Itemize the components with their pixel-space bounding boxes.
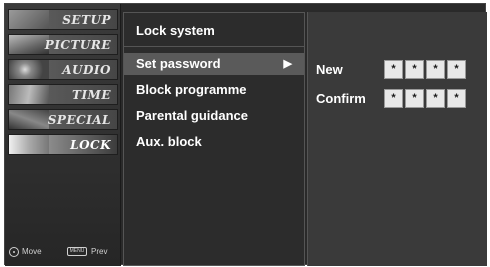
category-label: LOCK — [70, 138, 111, 152]
category-label: SETUP — [62, 13, 111, 27]
menu-item-label: Aux. block — [136, 134, 202, 149]
time-icon — [9, 85, 49, 104]
menu-item-label: Block programme — [136, 82, 247, 97]
password-digit[interactable]: * — [384, 60, 403, 79]
menu-item-set-password[interactable]: Set password ▶ — [124, 53, 304, 75]
password-digit[interactable]: * — [447, 89, 466, 108]
lock-icon — [9, 135, 49, 154]
category-picture[interactable]: PICTURE — [8, 34, 118, 55]
setup-icon — [9, 10, 49, 29]
category-label: PICTURE — [44, 38, 111, 52]
osd-footer-hint: Move MENU Prev — [9, 246, 117, 260]
menu-item-aux-block[interactable]: Aux. block — [124, 131, 304, 153]
password-panel: New * * * * Confirm * * * * — [307, 12, 487, 266]
menu-item-lock-system[interactable]: Lock system — [124, 13, 304, 47]
category-audio[interactable]: AUDIO — [8, 59, 118, 80]
category-setup[interactable]: SETUP — [8, 9, 118, 30]
confirm-password-label: Confirm — [316, 91, 366, 106]
lock-menu: Lock system Set password ▶ Block program… — [123, 12, 305, 266]
prev-hint-label: Prev — [91, 247, 108, 256]
password-digit[interactable]: * — [447, 60, 466, 79]
special-icon — [9, 110, 49, 129]
confirm-password-field[interactable]: * * * * — [384, 89, 466, 108]
menu-item-label: Parental guidance — [136, 108, 248, 123]
new-password-label: New — [316, 62, 343, 77]
arrow-right-icon: ▶ — [283, 58, 292, 70]
category-sidebar: SETUP PICTURE AUDIO TIME SPECIAL LOCK Mo… — [5, 4, 121, 266]
menu-item-parental-guidance[interactable]: Parental guidance — [124, 105, 304, 127]
category-label: AUDIO — [62, 63, 111, 77]
password-digit[interactable]: * — [426, 89, 445, 108]
category-special[interactable]: SPECIAL — [8, 109, 118, 130]
password-digit[interactable]: * — [405, 89, 424, 108]
category-label: TIME — [72, 88, 111, 102]
category-label: SPECIAL — [47, 113, 111, 127]
move-hint-label: Move — [22, 247, 42, 256]
tv-osd-screen: SETUP PICTURE AUDIO TIME SPECIAL LOCK Mo… — [4, 3, 487, 266]
password-digit[interactable]: * — [384, 89, 403, 108]
menu-item-label: Set password — [136, 56, 221, 71]
password-digit[interactable]: * — [426, 60, 445, 79]
menu-item-block-programme[interactable]: Block programme — [124, 79, 304, 101]
password-digit[interactable]: * — [405, 60, 424, 79]
category-lock[interactable]: LOCK — [8, 134, 118, 155]
new-password-field[interactable]: * * * * — [384, 60, 466, 79]
audio-icon — [9, 60, 49, 79]
picture-icon — [9, 35, 49, 54]
move-icon — [9, 247, 19, 257]
category-time[interactable]: TIME — [8, 84, 118, 105]
menu-key-icon: MENU — [67, 247, 87, 256]
